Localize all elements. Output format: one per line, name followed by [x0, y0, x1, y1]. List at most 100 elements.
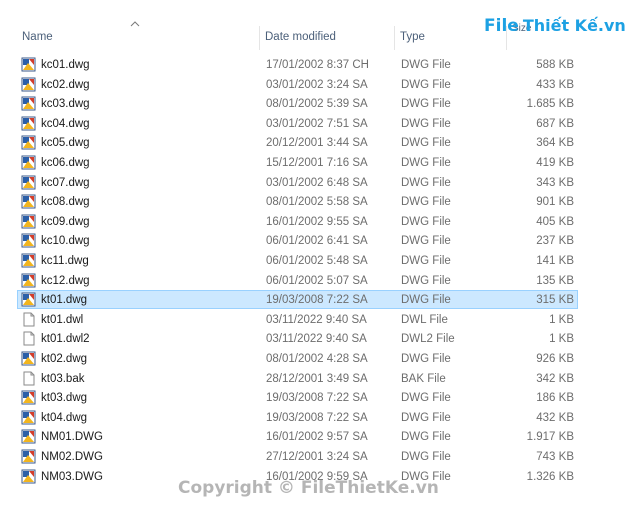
file-name: kc05.dwg [41, 137, 90, 150]
dwg-file-icon [21, 273, 36, 288]
file-row[interactable]: kc02.dwg 03/01/2002 3:24 SA DWG File 433 KB [17, 75, 578, 94]
file-date-modified: 03/01/2002 7:51 SA [266, 117, 368, 130]
file-date-modified: 17/01/2002 8:37 CH [266, 59, 369, 71]
file-type: DWG File [401, 255, 451, 267]
file-type: DWG File [401, 59, 451, 71]
file-row[interactable]: kt03.dwg 19/03/2008 7:22 SA DWG File 186 KB [17, 388, 578, 407]
file-type: DWG File [401, 176, 451, 189]
file-row[interactable]: kt04.dwg 19/03/2008 7:22 SA DWG File 432 KB [17, 408, 578, 427]
file-type: DWG File [401, 451, 451, 463]
logo-prefix: File [484, 16, 519, 36]
file-name: NM02.DWG [41, 451, 103, 463]
file-type: DWL File [401, 313, 448, 326]
file-date-modified: 16/01/2002 9:55 SA [266, 215, 368, 228]
file-name: kc11.dwg [41, 255, 89, 267]
file-name: kc04.dwg [41, 117, 90, 130]
file-size: 315 KB [536, 294, 574, 307]
file-type: DWG File [401, 431, 451, 444]
file-row[interactable]: kc10.dwg 06/01/2002 6:41 SA DWG File 237 KB [17, 231, 578, 250]
file-date-modified: 08/01/2002 4:28 SA [266, 353, 368, 365]
file-row[interactable]: kc06.dwg 15/12/2001 7:16 SA DWG File 419 KB [17, 153, 578, 172]
file-type: DWG File [401, 137, 451, 150]
file-name: NM03.DWG [41, 470, 103, 483]
file-type: DWG File [401, 215, 451, 228]
file-row[interactable]: kc11.dwg 06/01/2002 5:48 SA DWG File 141 KB [17, 251, 578, 270]
column-divider[interactable] [394, 26, 395, 50]
dwg-file-icon [21, 410, 36, 425]
file-row[interactable]: kt01.dwl 03/11/2022 9:40 SA DWL File 1 KB [17, 310, 578, 329]
file-type: DWG File [401, 196, 451, 209]
file-date-modified: 06/01/2002 5:48 SA [266, 255, 368, 267]
file-size: 405 KB [536, 215, 574, 228]
file-date-modified: 19/03/2008 7:22 SA [266, 411, 368, 424]
file-size: 1.326 KB [526, 470, 574, 483]
file-row[interactable]: kc07.dwg 03/01/2002 6:48 SA DWG File 343 KB [17, 173, 578, 192]
file-size: 1.917 KB [526, 431, 574, 444]
file-name: kt03.bak [41, 372, 85, 385]
column-divider[interactable] [259, 26, 260, 50]
file-type: DWG File [401, 353, 451, 365]
file-date-modified: 27/12/2001 3:24 SA [266, 451, 368, 463]
file-row[interactable]: NM01.DWG 16/01/2002 9:57 SA DWG File 1.917 … [17, 427, 578, 446]
dwg-file-icon [21, 253, 36, 268]
file-type: DWG File [401, 235, 451, 248]
file-row[interactable]: kc12.dwg 06/01/2002 5:07 SA DWG File 135 KB [17, 271, 578, 290]
dwg-file-icon [21, 155, 36, 170]
file-name: kt01.dwl [41, 313, 84, 326]
sort-ascending-icon[interactable] [130, 20, 140, 28]
file-size: 926 KB [536, 353, 574, 365]
file-row[interactable]: kt01.dwl2 03/11/2022 9:40 SA DWL2 File 1 KB [17, 329, 578, 348]
column-header-type[interactable]: Type [400, 22, 425, 52]
dwg-file-icon [21, 175, 36, 190]
column-header-name[interactable]: Name [22, 22, 53, 52]
file-size: 186 KB [536, 392, 574, 405]
file-row[interactable]: kt02.dwg 08/01/2002 4:28 SA DWG File 926 KB [17, 349, 578, 368]
dwg-file-icon [21, 116, 36, 131]
dwg-file-icon [21, 429, 36, 444]
file-type: DWG File [401, 411, 451, 424]
file-type: DWG File [401, 392, 451, 405]
file-name: kc01.dwg [41, 59, 90, 71]
file-row[interactable]: kc05.dwg 20/12/2001 3:44 SA DWG File 364 KB [17, 133, 578, 152]
dwg-file-icon [21, 194, 36, 209]
column-header-date[interactable]: Date modified [265, 22, 336, 52]
file-date-modified: 19/03/2008 7:22 SA [266, 392, 368, 405]
file-name: kc06.dwg [41, 157, 90, 169]
file-row[interactable]: kt03.bak 28/12/2001 3:49 SA BAK File 342 KB [17, 369, 578, 388]
file-name: kt04.dwg [41, 411, 88, 424]
file-type: DWG File [401, 157, 451, 169]
dwg-file-icon [21, 292, 36, 307]
file-row[interactable]: kc01.dwg 17/01/2002 8:37 CH DWG File 588 KB [17, 55, 578, 74]
dwg-file-icon [21, 233, 36, 248]
file-type: DWG File [401, 274, 451, 287]
file-date-modified: 28/12/2001 3:49 SA [266, 372, 368, 385]
file-date-modified: 03/01/2002 3:24 SA [266, 78, 368, 91]
file-row[interactable]: kt01.dwg 19/03/2008 7:22 SA DWG File 315 KB [17, 290, 578, 310]
file-size: 432 KB [536, 411, 574, 424]
blank-file-icon [23, 331, 35, 346]
file-type: DWG File [401, 117, 451, 130]
file-date-modified: 03/01/2002 6:48 SA [266, 176, 368, 189]
file-size: 1 KB [549, 313, 574, 326]
dwg-file-icon [21, 390, 36, 405]
file-name: kc12.dwg [41, 274, 90, 287]
dwg-file-icon [21, 449, 36, 464]
file-size: 141 KB [536, 255, 574, 267]
blank-file-icon [23, 371, 35, 386]
file-name: kc03.dwg [41, 98, 90, 111]
dwg-file-icon [21, 77, 36, 92]
file-row[interactable]: kc04.dwg 03/01/2002 7:51 SA DWG File 687 KB [17, 114, 578, 133]
file-name: kc10.dwg [41, 235, 90, 248]
file-date-modified: 03/11/2022 9:40 SA [266, 333, 367, 346]
file-row[interactable]: NM02.DWG 27/12/2001 3:24 SA DWG File 743 KB [17, 447, 578, 466]
blank-file-icon [23, 312, 35, 327]
file-row[interactable]: kc09.dwg 16/01/2002 9:55 SA DWG File 405 KB [17, 212, 578, 231]
file-row[interactable]: kc03.dwg 08/01/2002 5:39 SA DWG File 1.685 … [17, 94, 578, 113]
file-date-modified: 19/03/2008 7:22 SA [266, 294, 368, 307]
file-name: kc09.dwg [41, 215, 90, 228]
dwg-file-icon [21, 96, 36, 111]
file-row[interactable]: kc08.dwg 08/01/2002 5:58 SA DWG File 901 KB [17, 192, 578, 211]
file-size: 687 KB [536, 117, 574, 130]
file-size: 743 KB [536, 451, 574, 463]
file-name: kt02.dwg [41, 353, 88, 365]
